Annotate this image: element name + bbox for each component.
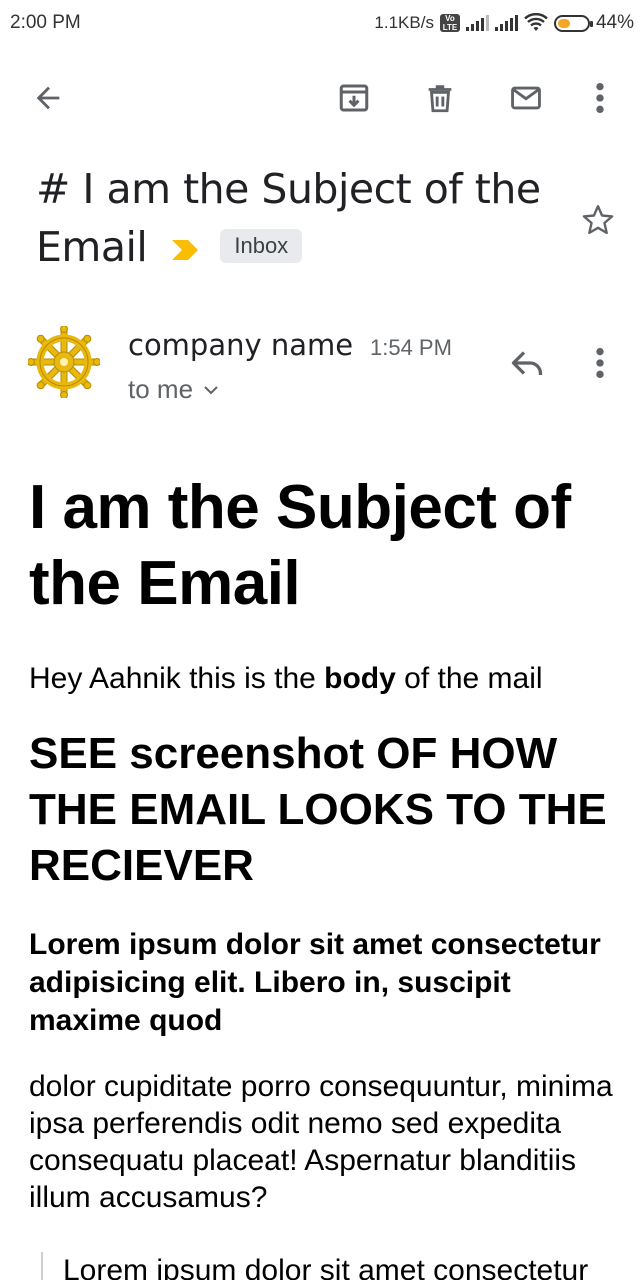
mark-unread-button[interactable]	[506, 78, 546, 118]
body-blockquote: Lorem ipsum dolor sit amet consectetur a…	[41, 1252, 619, 1280]
network-speed: 1.1KB/s	[374, 13, 434, 32]
label-chip-inbox[interactable]: Inbox	[220, 229, 303, 263]
email-toolbar	[0, 66, 640, 130]
signal-icon	[465, 15, 489, 31]
recipient-text: to me	[128, 374, 194, 404]
status-time: 2:00 PM	[10, 12, 81, 33]
delete-button[interactable]	[420, 78, 460, 118]
status-bar: 2:00 PM 1.1KB/s Vo LTE 44%	[0, 0, 640, 48]
avatar[interactable]	[28, 326, 100, 398]
star-icon	[582, 205, 614, 235]
email-body: I am the Subject of the Email Hey Aahnik…	[29, 470, 619, 1280]
body-heading: I am the Subject of the Email	[29, 473, 571, 618]
reply-button[interactable]	[504, 340, 550, 386]
wifi-icon	[524, 13, 548, 31]
reply-icon	[511, 351, 543, 375]
recipient-details-toggle[interactable]: to me	[128, 374, 219, 405]
back-button[interactable]	[28, 78, 68, 118]
email-subject: # I am the Subject of the Email Inbox	[36, 160, 556, 276]
sent-time: 1:54 PM	[370, 335, 452, 360]
mail-icon	[511, 86, 541, 110]
status-indicators: 1.1KB/s Vo LTE 44%	[374, 12, 634, 34]
more-vert-icon	[596, 82, 604, 114]
message-more-button[interactable]	[580, 340, 620, 386]
intro-text-start: Hey Aahnik this is the	[29, 662, 325, 695]
more-vert-icon	[596, 347, 604, 379]
trash-icon	[428, 85, 452, 113]
body-bold-paragraph: Lorem ipsum dolor sit amet consectetur a…	[29, 928, 601, 1037]
intro-text-end: of the mail	[395, 662, 543, 695]
archive-button[interactable]	[334, 78, 374, 118]
battery-tip	[589, 20, 593, 27]
body-intro: Hey Aahnik this is the body of the mail	[29, 660, 619, 698]
battery-icon	[553, 14, 593, 32]
intro-bold-word: body	[324, 662, 396, 695]
body-subheading: SEE screenshot OF HOW THE EMAIL LOOKS TO…	[29, 729, 607, 890]
chevron-down-icon	[204, 385, 218, 394]
email-screen: 2:00 PM 1.1KB/s Vo LTE 44% # I am the Su…	[0, 0, 640, 1280]
more-options-button[interactable]	[580, 78, 620, 118]
signal-icon-2	[494, 15, 518, 31]
archive-icon	[339, 84, 369, 112]
volte-icon: Vo LTE	[439, 14, 460, 32]
sender-name[interactable]: company name	[128, 328, 353, 362]
important-marker-icon[interactable]	[170, 238, 200, 262]
star-button[interactable]	[580, 202, 616, 243]
battery-fill	[557, 18, 570, 28]
back-arrow-icon	[36, 86, 60, 110]
body-paragraph: dolor cupiditate porro consequuntur, min…	[29, 1070, 613, 1214]
battery-percent: 44%	[595, 12, 634, 33]
